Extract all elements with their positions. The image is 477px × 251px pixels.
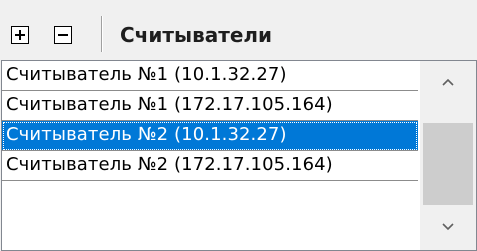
readers-list: Считыватель №1 (10.1.32.27) Считыватель … xyxy=(2,61,420,250)
list-item-reader-4[interactable]: Считыватель №2 (172.17.105.164) xyxy=(2,151,418,181)
chevron-down-icon xyxy=(442,223,454,231)
readers-listbox[interactable]: Считыватель №1 (10.1.32.27) Считыватель … xyxy=(1,60,477,251)
expand-all-button[interactable] xyxy=(11,26,29,44)
scroll-up-button[interactable] xyxy=(420,61,476,105)
vertical-scrollbar[interactable] xyxy=(420,61,476,250)
minus-square-icon xyxy=(58,34,68,36)
list-item-reader-3[interactable]: Считыватель №2 (10.1.32.27) xyxy=(2,121,418,151)
readers-panel: Считыватели Считыватель №1 (10.1.32.27) … xyxy=(0,0,477,251)
scroll-down-button[interactable] xyxy=(420,206,476,250)
chevron-up-icon xyxy=(442,78,454,86)
toolbar-divider xyxy=(101,16,103,52)
collapse-all-button[interactable] xyxy=(54,26,72,44)
list-item-reader-2[interactable]: Считыватель №1 (172.17.105.164) xyxy=(2,91,418,121)
list-item-reader-1[interactable]: Считыватель №1 (10.1.32.27) xyxy=(2,61,418,91)
readers-toolbar: Считыватели xyxy=(0,0,477,58)
panel-title: Считыватели xyxy=(120,23,273,47)
scroll-thumb[interactable] xyxy=(423,123,473,205)
plus-square-icon xyxy=(15,30,25,40)
